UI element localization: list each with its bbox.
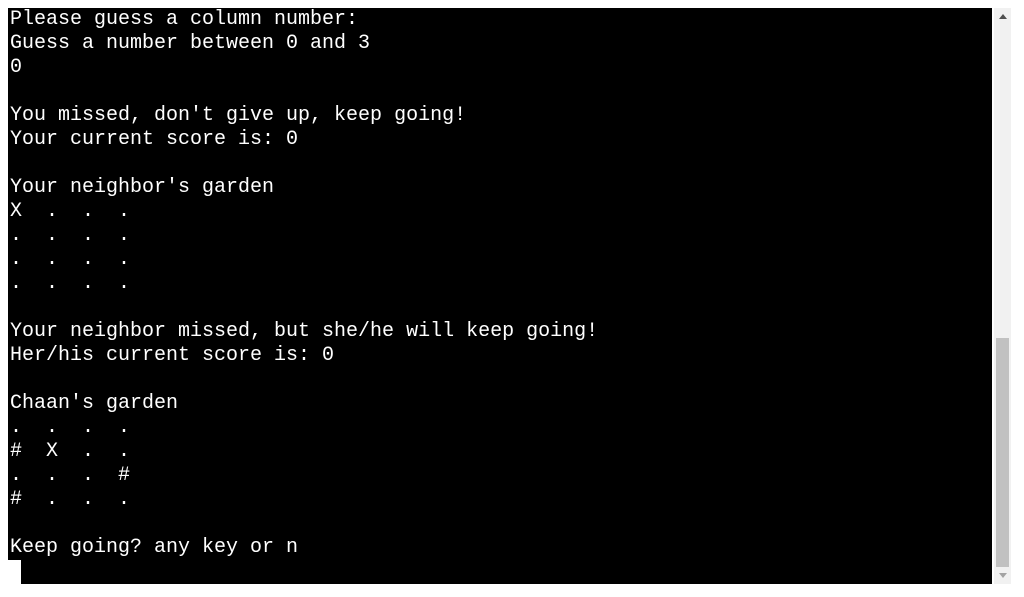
vertical-scrollbar[interactable] <box>994 8 1011 584</box>
grid-row: . . . # <box>10 464 131 487</box>
terminal-line: Your neighbor missed, but she/he will ke… <box>10 320 599 343</box>
terminal-window[interactable]: Please guess a column number: Guess a nu… <box>8 8 992 584</box>
scroll-up-button[interactable] <box>994 8 1011 25</box>
grid-row: X . . . <box>10 200 131 223</box>
grid-row: . . . . <box>10 224 131 247</box>
grid-row: . . . . <box>10 416 131 439</box>
terminal-line: Chaan's garden <box>10 392 179 415</box>
scroll-thumb[interactable] <box>996 338 1009 567</box>
chevron-up-icon <box>998 14 1007 19</box>
chevron-down-icon <box>998 573 1007 578</box>
input-prompt: Keep going? any key or n <box>10 536 299 559</box>
grid-row: . . . . <box>10 248 131 271</box>
terminal-line: Your current score is: 0 <box>10 128 299 151</box>
terminal-line: Your neighbor's garden <box>10 176 275 199</box>
grid-row: # . . . <box>10 488 131 511</box>
text-cursor <box>8 560 21 584</box>
terminal-output: Please guess a column number: Guess a nu… <box>10 8 598 560</box>
terminal-line: Please guess a column number: <box>10 8 359 31</box>
scroll-down-button[interactable] <box>994 567 1011 584</box>
terminal-line: Her/his current score is: 0 <box>10 344 335 367</box>
grid-row: # X . . <box>10 440 131 463</box>
terminal-line: 0 <box>10 56 23 79</box>
terminal-line: Guess a number between 0 and 3 <box>10 32 371 55</box>
terminal-line: You missed, don't give up, keep going! <box>10 104 467 127</box>
grid-row: . . . . <box>10 272 131 295</box>
